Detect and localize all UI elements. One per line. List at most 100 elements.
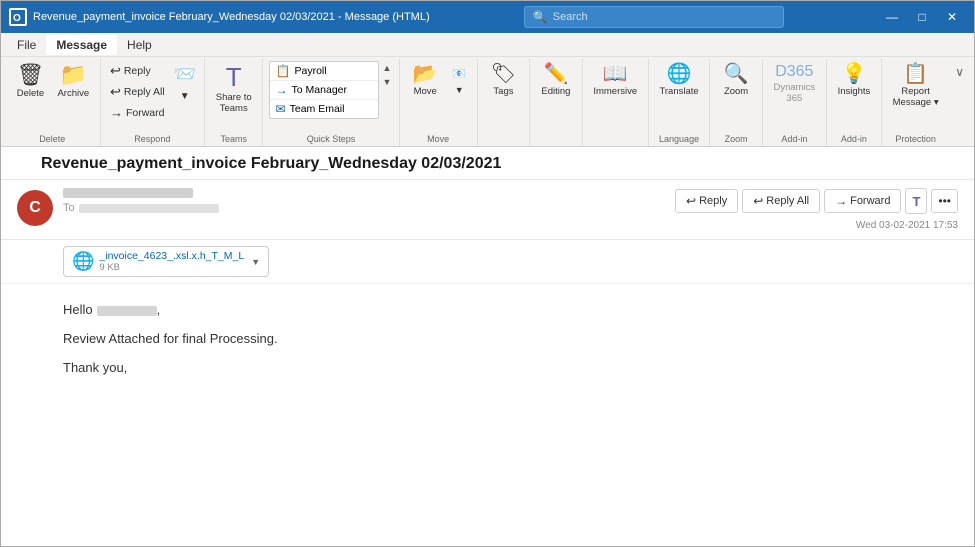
payroll-icon: 📋 bbox=[276, 64, 291, 78]
reply-all-header-icon: ↩ bbox=[753, 194, 763, 208]
dynamics-icon: D365 bbox=[775, 64, 813, 80]
respond-more-col: 📨 ▼ bbox=[171, 61, 199, 104]
reply-header-button[interactable]: ↩ Reply bbox=[675, 189, 738, 213]
quick-step-payroll[interactable]: 📋 Payroll bbox=[270, 62, 378, 81]
app-window: O Revenue_payment_invoice February_Wedne… bbox=[1, 1, 974, 546]
search-input[interactable] bbox=[553, 11, 775, 23]
report-icon: 📋 bbox=[903, 64, 928, 84]
dynamics-button[interactable]: D365 Dynamics365 bbox=[768, 61, 820, 107]
tags-group-content: 🏷 Tags bbox=[483, 61, 523, 142]
editing-group-content: ✏️ Editing bbox=[536, 61, 576, 142]
payroll-label: Payroll bbox=[295, 65, 327, 77]
maximize-button[interactable]: □ bbox=[908, 3, 936, 31]
tags-button[interactable]: 🏷 Tags bbox=[483, 61, 523, 100]
email-subject: Revenue_payment_invoice February_Wednesd… bbox=[41, 155, 501, 172]
reply-all-button[interactable]: ↩ Reply All bbox=[106, 82, 169, 102]
body-message: Review Attached for final Processing. bbox=[63, 329, 954, 350]
menu-file[interactable]: File bbox=[7, 35, 46, 55]
teams-header-button[interactable]: T bbox=[905, 188, 927, 214]
email-header: C To ↩ Reply ↩ Reply bbox=[1, 180, 974, 240]
to-row: To bbox=[63, 202, 675, 214]
teams-header-icon: T bbox=[912, 194, 920, 209]
quick-steps-scroll: ▲ ▼ bbox=[381, 61, 394, 89]
insights-button[interactable]: 💡 Insights bbox=[833, 61, 876, 100]
attachment-dropdown-icon[interactable]: ▼ bbox=[251, 257, 260, 267]
attachment-chip[interactable]: 🌐 _invoice_4623_.xsl.x.h_T_M_L 9 KB ▼ bbox=[63, 246, 269, 277]
dynamics-group-content: D365 Dynamics365 bbox=[768, 61, 820, 132]
menu-help[interactable]: Help bbox=[117, 35, 162, 55]
window-controls: ― □ ✕ bbox=[878, 3, 966, 31]
sender-avatar: C bbox=[17, 190, 53, 226]
share-to-teams-button[interactable]: T Share toTeams bbox=[211, 61, 257, 117]
search-box[interactable]: 🔍 bbox=[524, 6, 784, 28]
immersive-button[interactable]: 📖 Immersive bbox=[588, 61, 642, 100]
ribbon-group-move: 📂 Move 📧 ▼ Move bbox=[400, 59, 478, 146]
move-extra-col: 📧 ▼ bbox=[447, 61, 471, 97]
tags-label: Tags bbox=[493, 86, 513, 97]
zoom-button[interactable]: 🔍 Zoom bbox=[716, 61, 756, 100]
forward-button[interactable]: → Forward bbox=[106, 103, 169, 122]
minimize-button[interactable]: ― bbox=[878, 3, 906, 31]
delete-button[interactable]: 🗑 Delete bbox=[10, 61, 50, 102]
insights-group-label: Add-in bbox=[841, 134, 867, 144]
respond-extra-icon: ▼ bbox=[180, 91, 190, 102]
to-label: To bbox=[63, 202, 75, 214]
report-button[interactable]: 📋 ReportMessage ▾ bbox=[888, 61, 944, 111]
respond-col: ↩ Reply ↩ Reply All → Forward bbox=[106, 61, 169, 122]
ribbon-collapse-button[interactable]: ∨ bbox=[951, 63, 968, 81]
reply-label: Reply bbox=[124, 65, 151, 77]
ribbon-group-tags: 🏷 Tags bbox=[478, 59, 530, 146]
editing-icon: ✏️ bbox=[543, 64, 568, 84]
quick-steps-list: 📋 Payroll → To Manager ✉ Team Email bbox=[269, 61, 379, 119]
sender-name-row bbox=[63, 188, 675, 198]
reply-all-header-button[interactable]: ↩ Reply All bbox=[742, 189, 820, 213]
move-group-content: 📂 Move 📧 ▼ bbox=[405, 61, 471, 132]
reply-button[interactable]: ↩ Reply bbox=[106, 61, 169, 81]
protection-group-label: Protection bbox=[895, 134, 936, 144]
qs-down-arrow[interactable]: ▼ bbox=[381, 75, 394, 89]
report-label: ReportMessage ▾ bbox=[893, 86, 939, 108]
ribbon-group-editing: ✏️ Editing bbox=[530, 59, 582, 146]
move-group-label: Move bbox=[427, 134, 449, 144]
forward-label: Forward bbox=[126, 107, 165, 119]
forward-header-icon: → bbox=[835, 194, 847, 208]
reply-icon: ↩ bbox=[110, 63, 121, 79]
quick-steps-content: 📋 Payroll → To Manager ✉ Team Email ▲ ▼ bbox=[269, 61, 394, 132]
dynamics-label: Dynamics365 bbox=[773, 82, 815, 104]
move-dropdown-button[interactable]: ▼ bbox=[447, 83, 471, 97]
zoom-group-content: 🔍 Zoom bbox=[716, 61, 756, 132]
qs-up-arrow[interactable]: ▲ bbox=[381, 61, 394, 75]
reply-all-icon: ↩ bbox=[110, 84, 121, 100]
ribbon: 🗑 Delete 📁 Archive Delete ↩ Reply bbox=[1, 57, 974, 147]
editing-button[interactable]: ✏️ Editing bbox=[536, 61, 576, 100]
move-rules-button[interactable]: 📧 bbox=[447, 65, 471, 82]
quick-step-team-email[interactable]: ✉ Team Email bbox=[270, 100, 378, 118]
sender-name-placeholder bbox=[63, 188, 193, 198]
reply-all-header-label: Reply All bbox=[766, 195, 809, 207]
respond-more-button[interactable]: 📨 bbox=[171, 61, 199, 87]
attachment-name: _invoice_4623_.xsl.x.h_T_M_L bbox=[99, 250, 244, 262]
forward-header-button[interactable]: → Forward bbox=[824, 189, 901, 213]
respond-more-icon: 📨 bbox=[173, 65, 195, 83]
title-bar-left: O Revenue_payment_invoice February_Wedne… bbox=[9, 8, 430, 26]
insights-group-content: 💡 Insights bbox=[833, 61, 876, 132]
menu-message[interactable]: Message bbox=[46, 35, 117, 55]
more-actions-button[interactable]: ••• bbox=[931, 189, 958, 213]
header-right: ↩ Reply ↩ Reply All → Forward T bbox=[675, 188, 958, 231]
search-icon: 🔍 bbox=[533, 10, 548, 24]
move-button[interactable]: 📂 Move bbox=[405, 61, 445, 100]
archive-button[interactable]: 📁 Archive bbox=[52, 61, 94, 102]
quick-step-manager[interactable]: → To Manager bbox=[270, 81, 378, 100]
language-group-content: 🌐 Translate bbox=[654, 61, 703, 132]
respond-extra-button[interactable]: ▼ bbox=[171, 89, 199, 104]
teams-group-label: Teams bbox=[220, 134, 247, 144]
reply-header-icon: ↩ bbox=[686, 194, 696, 208]
attachment-info: _invoice_4623_.xsl.x.h_T_M_L 9 KB bbox=[99, 250, 244, 273]
menu-bar: File Message Help bbox=[1, 33, 974, 57]
move-icon: 📂 bbox=[413, 64, 438, 84]
reply-all-label: Reply All bbox=[124, 86, 165, 98]
delete-icon: 🗑 bbox=[16, 64, 44, 86]
translate-button[interactable]: 🌐 Translate bbox=[654, 61, 703, 100]
close-button[interactable]: ✕ bbox=[938, 3, 966, 31]
main-content: Revenue_payment_invoice February_Wednesd… bbox=[1, 147, 974, 546]
